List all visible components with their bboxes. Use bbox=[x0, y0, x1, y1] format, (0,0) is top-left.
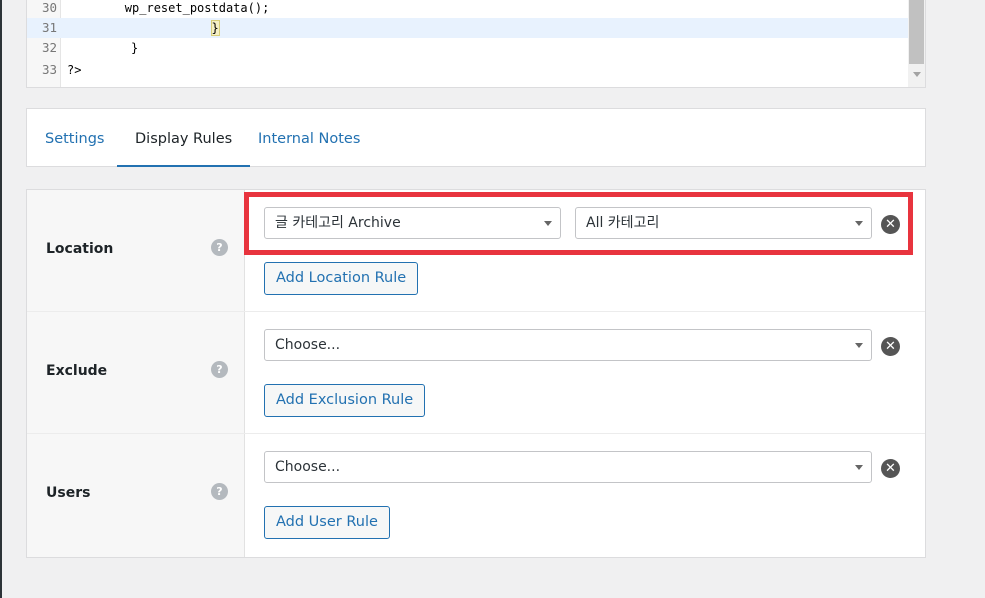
location-rule-row: Location ? 글 카테고리 Archive All 카테고리 ✕ Add… bbox=[27, 190, 925, 312]
remove-rule-icon[interactable]: ✕ bbox=[881, 337, 900, 356]
users-label: Users bbox=[46, 485, 91, 501]
code-line[interactable]: 32 } bbox=[27, 38, 909, 58]
code-line[interactable]: 30 wp_reset_postdata(); bbox=[27, 0, 909, 18]
select-value: Choose... bbox=[275, 337, 341, 353]
remove-rule-icon[interactable]: ✕ bbox=[881, 459, 900, 478]
help-icon[interactable]: ? bbox=[211, 361, 228, 378]
editor-scrollbar[interactable] bbox=[908, 0, 925, 87]
help-icon[interactable]: ? bbox=[211, 483, 228, 500]
code-text: } bbox=[131, 41, 139, 55]
location-label: Location bbox=[46, 241, 114, 257]
exclude-label: Exclude bbox=[46, 363, 108, 379]
chevron-down-icon bbox=[544, 221, 552, 226]
exclude-select[interactable]: Choose... bbox=[264, 329, 872, 361]
add-location-rule-button[interactable]: Add Location Rule bbox=[264, 262, 419, 295]
rule-label-cell: Exclude ? bbox=[27, 312, 245, 433]
line-number: 30 bbox=[41, 0, 57, 15]
users-rule-row: Users ? Choose... ✕ Add User Rule bbox=[27, 434, 925, 557]
line-number: 32 bbox=[41, 40, 57, 55]
settings-tabs: Settings Display Rules Internal Notes bbox=[26, 108, 926, 167]
location-value-select[interactable]: All 카테고리 bbox=[575, 207, 872, 239]
location-type-select[interactable]: 글 카테고리 Archive bbox=[264, 207, 561, 239]
code-line[interactable]: 33 ?> bbox=[27, 60, 909, 80]
line-number: 33 bbox=[41, 62, 57, 77]
select-value: 글 카테고리 Archive bbox=[275, 215, 401, 231]
tab-settings[interactable]: Settings bbox=[27, 109, 122, 167]
code-text: ?> bbox=[67, 63, 82, 77]
admin-sidebar-edge bbox=[0, 0, 2, 598]
display-rules-panel: Location ? 글 카테고리 Archive All 카테고리 ✕ Add… bbox=[26, 189, 926, 558]
tab-display-rules[interactable]: Display Rules bbox=[117, 109, 251, 167]
rule-label-cell: Location ? bbox=[27, 190, 245, 311]
tab-internal-notes[interactable]: Internal Notes bbox=[240, 109, 378, 167]
chevron-down-icon bbox=[855, 221, 863, 226]
select-value: All 카테고리 bbox=[586, 215, 660, 231]
chevron-down-icon bbox=[855, 343, 863, 348]
help-icon[interactable]: ? bbox=[211, 239, 228, 256]
exclude-rule-row: Exclude ? Choose... ✕ Add Exclusion Rule bbox=[27, 312, 925, 434]
rule-label-cell: Users ? bbox=[27, 434, 245, 557]
chevron-down-icon bbox=[855, 465, 863, 470]
add-user-rule-button[interactable]: Add User Rule bbox=[264, 506, 390, 539]
code-text: wp_reset_postdata(); bbox=[67, 1, 270, 15]
code-text: } bbox=[67, 18, 220, 38]
matched-brace: } bbox=[210, 20, 220, 36]
remove-rule-icon[interactable]: ✕ bbox=[881, 215, 900, 234]
scroll-down-icon[interactable] bbox=[913, 72, 921, 77]
users-select[interactable]: Choose... bbox=[264, 451, 872, 483]
select-value: Choose... bbox=[275, 459, 341, 475]
scrollbar-thumb[interactable] bbox=[909, 0, 924, 64]
add-exclusion-rule-button[interactable]: Add Exclusion Rule bbox=[264, 384, 426, 417]
code-line-active[interactable]: 31 } bbox=[27, 18, 909, 38]
line-number: 31 bbox=[41, 20, 57, 35]
code-editor[interactable]: 30 wp_reset_postdata(); 31 } 32 } 33 ?> bbox=[26, 0, 926, 88]
